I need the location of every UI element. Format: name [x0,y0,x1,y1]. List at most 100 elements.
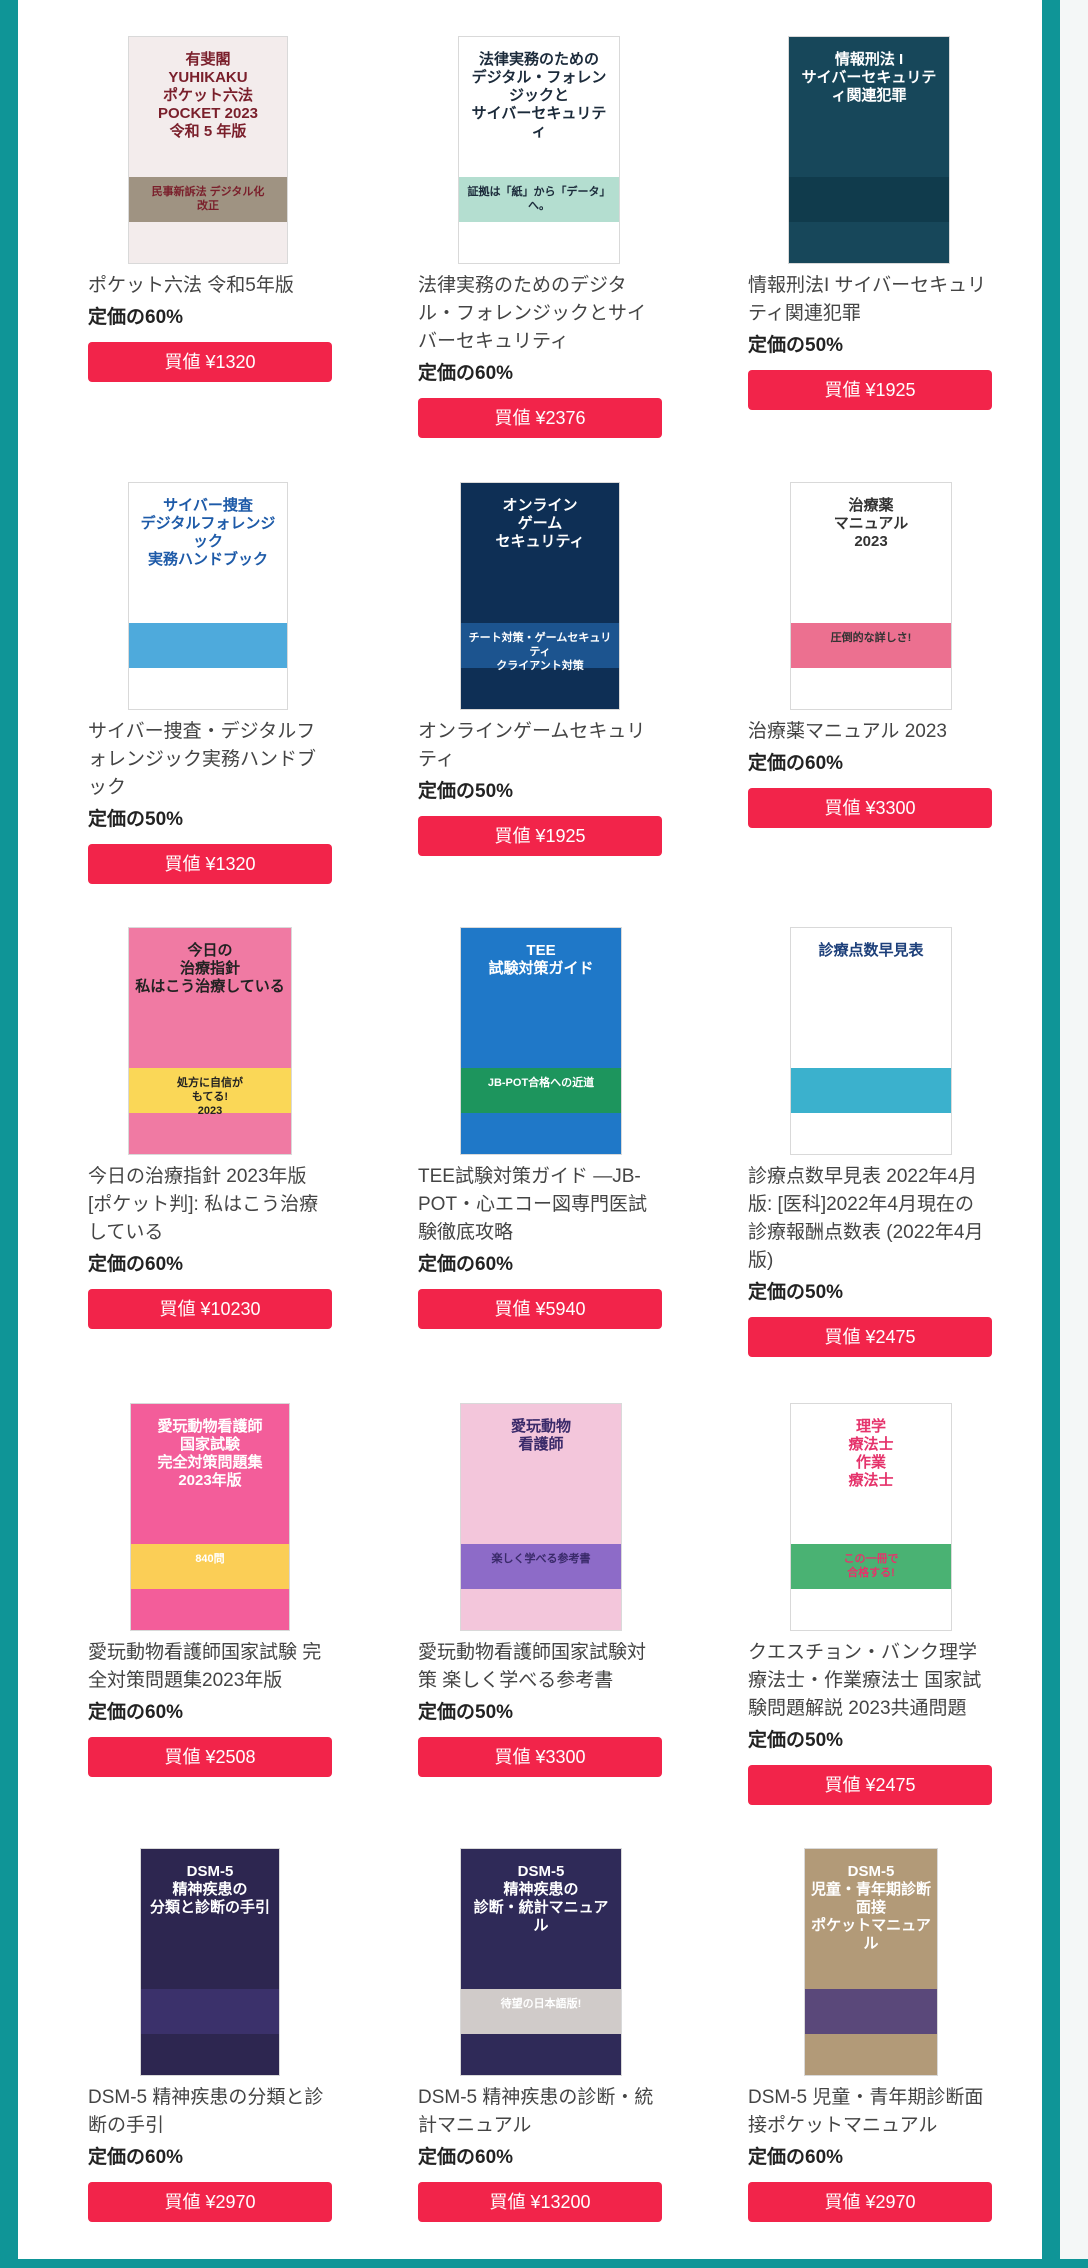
cover-title-text: 愛玩動物 看護師 [510,1418,571,1453]
book-chiryoyaku-cover-icon[interactable]: 治療薬 マニュアル 2023 圧倒的な詳しさ! [790,482,952,710]
book-dsm5-manual-cover-icon[interactable]: DSM-5 精神疾患の 診断・統計マニュアル待望の日本語版! [460,1848,622,2076]
discount-rate: 定価の60% [88,307,184,328]
discount-rate: 定価の60% [418,363,514,384]
book-shinryo-tensu-cover-icon[interactable]: 診療点数早見表 [790,927,952,1155]
buy-price-button[interactable]: 買値 ¥1925 [418,816,662,856]
book-aigan-mondaishu-cover-icon[interactable]: 愛玩動物看護師 国家試験 完全対策問題集 2023年版 840問 [130,1403,290,1631]
cover-band [805,1989,937,2035]
book-dsm5-child-cover-icon[interactable]: DSM-5 児童・青年期診断面接 ポケットマニュアル [804,1848,938,2076]
cover-title-text: 今日の 治療指針 私はこう治療している [135,942,285,995]
buy-price-button[interactable]: 買値 ¥3300 [418,1737,662,1777]
cover-subtitle-text: 処方に自信が もてる! 2023 [177,1077,243,1117]
product-card[interactable]: 情報刑法 I サイバーセキュリティ関連犯罪情報刑法I サイバーセキュリティ関連犯… [748,36,992,456]
product-title[interactable]: 情報刑法I サイバーセキュリティ関連犯罪 [748,272,992,328]
cover-subtitle-text: この一冊で 合格する! [843,1553,899,1579]
cover-title-text: オンライン ゲーム セキュリティ [495,497,585,550]
product-title[interactable]: 診療点数早見表 2022年4月版: [医科]2022年4月現在の診療報酬点数表 … [748,1163,992,1275]
discount-rate: 定価の60% [418,2147,514,2168]
product-title[interactable]: DSM-5 精神疾患の診断・統計マニュアル [418,2084,662,2140]
buy-price-button[interactable]: 買値 ¥2376 [418,398,662,438]
product-title[interactable]: TEE試験対策ガイド —JB-POT・心エコー図専門医試験徹底攻略 [418,1163,662,1247]
discount-rate: 定価の60% [88,2147,184,2168]
product-card[interactable]: 今日の 治療指針 私はこう治療している 処方に自信が もてる! 2023 今日の治療… [88,927,332,1347]
book-tee-guide-cover-icon[interactable]: TEE 試験対策ガイド JB-POT合格への近道 [460,927,622,1155]
book-digital-forensics-cover-icon[interactable]: 法律実務のための デジタル・フォレンジックと サイバーセキュリティ 証拠は「紙」か… [458,36,620,264]
cover-title-text: 愛玩動物看護師 国家試験 完全対策問題集 2023年版 [157,1418,263,1489]
cover-title-text: 法律実務のための デジタル・フォレンジックと サイバーセキュリティ [471,51,607,140]
buy-price-button[interactable]: 買値 ¥2970 [748,2182,992,2222]
discount-rate: 定価の60% [88,1254,184,1275]
book-joho-keiho-cover-icon[interactable]: 情報刑法 I サイバーセキュリティ関連犯罪 [788,36,950,264]
product-card[interactable]: TEE 試験対策ガイド JB-POT合格への近道 TEE試験対策ガイド —JB-PO… [418,927,662,1347]
product-card[interactable]: 理学 療法士 作業 療法士 この一冊で 合格する! クエスチョン・バンク理学療法士・… [748,1403,992,1823]
book-aigan-sankousho-cover-icon[interactable]: 愛玩動物 看護師楽しく学べる参考書 [460,1403,622,1631]
cover-subtitle-text: JB-POT合格への近道 [487,1077,595,1090]
cover-subtitle-text: チート対策・ゲームセキュリティ クライアント対策 [468,632,612,672]
product-title[interactable]: 愛玩動物看護師国家試験対策 楽しく学べる参考書 [418,1639,662,1695]
product-title[interactable]: 愛玩動物看護師国家試験 完全対策問題集2023年版 [88,1639,332,1695]
buy-price-button[interactable]: 買値 ¥13200 [418,2182,662,2222]
product-title[interactable]: 治療薬マニュアル 2023 [748,718,992,746]
product-title[interactable]: クエスチョン・バンク理学療法士・作業療法士 国家試験問題解説 2023共通問題 [748,1639,992,1723]
cover-subtitle-text: 民事新訴法 デジタル化 改正 [151,186,265,212]
product-title[interactable]: 法律実務のためのデジタル・フォレンジックとサイバーセキュリティ [418,272,662,356]
discount-rate: 定価の60% [88,1702,184,1723]
product-title[interactable]: オンラインゲームセキュリティ [418,718,662,774]
cover-title-text: 治療薬 マニュアル 2023 [833,497,909,550]
product-card[interactable]: 法律実務のための デジタル・フォレンジックと サイバーセキュリティ 証拠は「紙」か… [418,36,662,456]
product-title[interactable]: DSM-5 児童・青年期診断面接ポケットマニュアル [748,2084,992,2140]
cover-title-text: DSM-5 精神疾患の 分類と診断の手引 [149,1863,270,1916]
right-border-strip [1042,0,1060,2259]
buy-price-button[interactable]: 買値 ¥10230 [88,1289,332,1329]
book-cyber-sousa-cover-icon[interactable]: サイバー捜査 デジタルフォレンジック 実務ハンドブック [128,482,288,710]
buy-price-button[interactable]: 買値 ¥2475 [748,1317,992,1357]
discount-rate: 定価の50% [748,1730,844,1751]
buy-price-button[interactable]: 買値 ¥1320 [88,342,332,382]
buy-price-button[interactable]: 買値 ¥5940 [418,1289,662,1329]
cover-subtitle-text: 圧倒的な詳しさ! [830,632,912,645]
product-card[interactable]: 診療点数早見表診療点数早見表 2022年4月版: [医科]2022年4月現在の診… [748,927,992,1357]
discount-rate: 定価の50% [748,1282,844,1303]
product-card[interactable]: 有斐閣 YUHIKAKU ポケット六法 POCKET 2023 令和 5 年版民… [88,36,332,456]
cover-title-text: 診療点数早見表 [818,942,924,959]
book-online-game-security-cover-icon[interactable]: オンライン ゲーム セキュリティチート対策・ゲームセキュリティ クライアント対策 [460,482,620,710]
discount-rate: 定価の50% [418,1702,514,1723]
product-title[interactable]: ポケット六法 令和5年版 [88,272,332,300]
product-card[interactable]: 愛玩動物看護師 国家試験 完全対策問題集 2023年版 840問愛玩動物看護師国家… [88,1403,332,1823]
buy-price-button[interactable]: 買値 ¥2475 [748,1765,992,1805]
product-card[interactable]: サイバー捜査 デジタルフォレンジック 実務ハンドブック サイバー捜査・デジタルフォ… [88,482,332,902]
book-dsm5-tebiki-cover-icon[interactable]: DSM-5 精神疾患の 分類と診断の手引 [140,1848,280,2076]
cover-title-text: TEE 試験対策ガイド [488,942,594,977]
buy-price-button[interactable]: 買値 ¥1320 [88,844,332,884]
buy-price-button[interactable]: 買値 ¥2508 [88,1737,332,1777]
discount-rate: 定価の60% [748,2147,844,2168]
product-card[interactable]: DSM-5 精神疾患の 分類と診断の手引 DSM-5 精神疾患の分類と診断の手引定… [88,1848,332,2268]
product-card[interactable]: DSM-5 精神疾患の 診断・統計マニュアル 待望の日本語版! DSM-5 精神疾患… [418,1848,662,2268]
discount-rate: 定価の60% [748,753,844,774]
product-card[interactable]: 愛玩動物 看護師楽しく学べる参考書愛玩動物看護師国家試験対策 楽しく学べる参考書… [418,1403,662,1823]
cover-title-text: 情報刑法 I サイバーセキュリティ関連犯罪 [801,51,937,104]
cover-subtitle-text: 840問 [195,1553,225,1566]
product-card[interactable]: 治療薬 マニュアル 2023 圧倒的な詳しさ! 治療薬マニュアル 2023 定価の60… [748,482,992,902]
cover-subtitle-text: 楽しく学べる参考書 [491,1553,591,1566]
product-panel: 有斐閣 YUHIKAKU ポケット六法 POCKET 2023 令和 5 年版民… [18,0,1042,2259]
cover-band [129,623,287,669]
product-card[interactable]: DSM-5 児童・青年期診断面接 ポケットマニュアル DSM-5 児童・青年期診断… [748,1848,992,2268]
cover-title-text: DSM-5 児童・青年期診断面接 ポケットマニュアル [811,1863,932,1952]
buy-price-button[interactable]: 買値 ¥1925 [748,370,992,410]
book-kyou-no-chiryou-cover-icon[interactable]: 今日の 治療指針 私はこう治療している処方に自信が もてる! 2023 [128,927,292,1155]
product-title[interactable]: DSM-5 精神疾患の分類と診断の手引 [88,2084,332,2140]
cover-band [791,1068,951,1114]
buy-price-button[interactable]: 買値 ¥2970 [88,2182,332,2222]
product-card[interactable]: オンライン ゲーム セキュリティチート対策・ゲームセキュリティ クライアント対策… [418,482,662,902]
discount-rate: 定価の50% [748,335,844,356]
product-title[interactable]: サイバー捜査・デジタルフォレンジック実務ハンドブック [88,718,332,802]
book-pocket-roppo-cover-icon[interactable]: 有斐閣 YUHIKAKU ポケット六法 POCKET 2023 令和 5 年版民… [128,36,288,264]
cover-band [789,177,949,223]
book-question-bank-pt-ot-cover-icon[interactable]: 理学 療法士 作業 療法士 この一冊で 合格する! [790,1403,952,1631]
buy-price-button[interactable]: 買値 ¥3300 [748,788,992,828]
product-title[interactable]: 今日の治療指針 2023年版 [ポケット判]: 私はこう治療している [88,1163,332,1247]
cover-subtitle-text: 待望の日本語版! [500,1998,582,2011]
cover-title-text: DSM-5 精神疾患の 診断・統計マニュアル [473,1863,609,1934]
page-edge [1060,0,1088,2259]
